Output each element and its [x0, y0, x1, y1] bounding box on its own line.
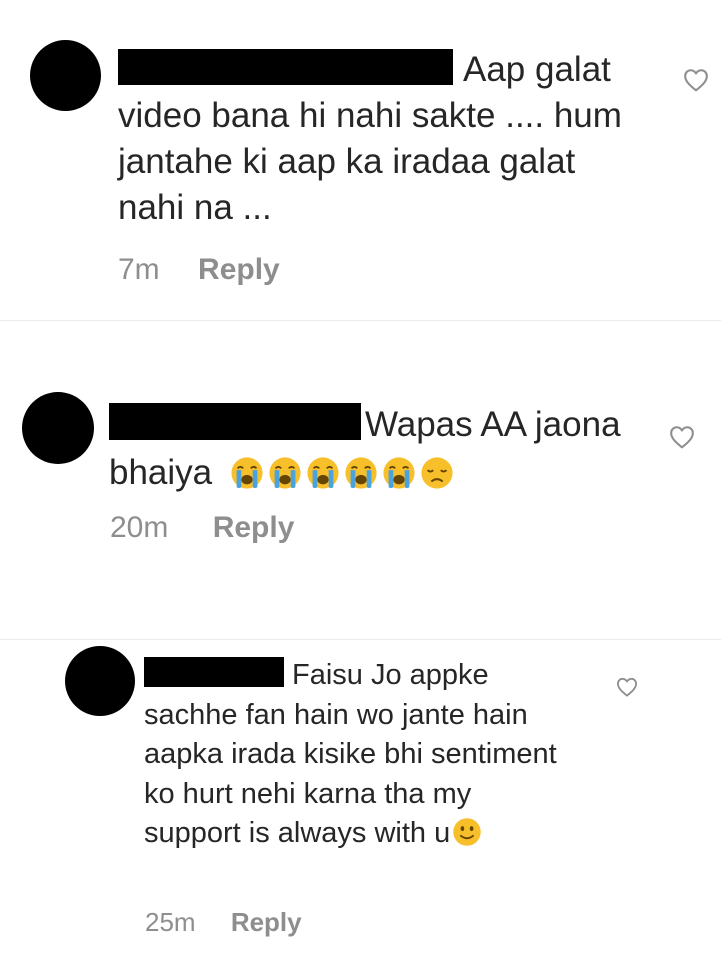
reply-button[interactable]: Reply — [198, 253, 280, 286]
comment-meta: 20m Reply — [110, 510, 294, 546]
comment-panel-2: Wapas AA jaona bhaiya 20m Reply — [0, 321, 721, 639]
heart-outline-icon[interactable] — [616, 677, 638, 697]
reply-button[interactable]: Reply — [231, 907, 302, 937]
comment-panel-3: Faisu Jo appke sachhe fan hain wo jante … — [0, 640, 721, 960]
redacted-username[interactable] — [144, 657, 284, 687]
disappointed-face-emoji — [420, 456, 454, 490]
heart-outline-icon[interactable] — [683, 68, 709, 92]
comment-panel-1: Aap galat video bana hi nahi sakte .... … — [0, 0, 721, 320]
reply-button[interactable]: Reply — [213, 511, 295, 544]
comment-timestamp: 7m — [118, 253, 160, 286]
heart-outline-icon[interactable] — [669, 425, 695, 449]
comment-meta: 25m Reply — [145, 906, 302, 938]
comment-body: Wapas AA jaona bhaiya — [109, 401, 629, 497]
comment-timestamp: 20m — [110, 511, 169, 544]
loudly-crying-face-emoji — [306, 456, 340, 490]
redacted-username[interactable] — [109, 403, 361, 440]
comment-text: Faisu Jo appke sachhe fan hain wo jante … — [144, 659, 557, 849]
avatar[interactable] — [22, 392, 94, 464]
avatar[interactable] — [30, 40, 101, 111]
loudly-crying-face-emoji — [268, 456, 302, 490]
avatar[interactable] — [65, 646, 135, 716]
redacted-username[interactable] — [118, 49, 453, 85]
loudly-crying-face-emoji — [382, 456, 416, 490]
slightly-smiling-face-emoji — [452, 817, 482, 847]
loudly-crying-face-emoji — [230, 456, 264, 490]
comment-body: Aap galat video bana hi nahi sakte .... … — [118, 47, 638, 231]
comment-timestamp: 25m — [145, 907, 196, 937]
comment-meta: 7m Reply — [118, 252, 280, 288]
comment-body: Faisu Jo appke sachhe fan hain wo jante … — [144, 656, 574, 854]
loudly-crying-face-emoji — [344, 456, 378, 490]
